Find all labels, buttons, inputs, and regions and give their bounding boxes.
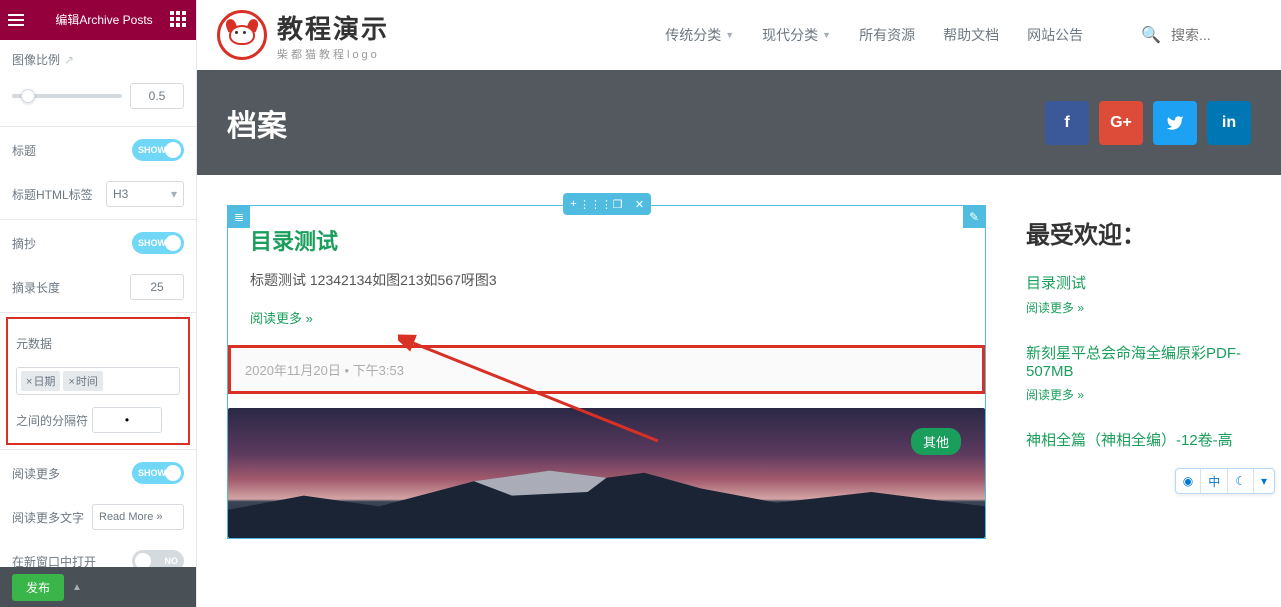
publish-button[interactable]: 发布 — [12, 574, 64, 601]
sidebar-body: 图像比例 ↗ 标题 SHOW 标题HTML标签 H3 摘抄 SHOW 摘录长度 — [0, 40, 196, 567]
widget-handle-list-icon[interactable]: ≣ — [228, 206, 250, 228]
popular-link-2[interactable]: 神相全篇（神相全编）-12卷-高 — [1026, 429, 1251, 450]
section-toolbar: + ⋮⋮⋮ ❐ ✕ — [563, 193, 651, 215]
image-ratio-input[interactable] — [130, 83, 184, 109]
ime-caret-icon[interactable]: ▾ — [1254, 469, 1274, 493]
apps-icon[interactable] — [170, 11, 188, 29]
read-more-link[interactable]: 阅读更多 » — [250, 308, 963, 327]
ime-widget: ◉ 中 ☾ ▾ — [1175, 468, 1275, 494]
meta-label: 元数据 — [16, 335, 52, 352]
site-header: 教程演示 柴都猫教程logo 传统分类▼ 现代分类▼ 所有资源 帮助文档 网站公… — [197, 0, 1281, 70]
logo-sub-text: 柴都猫教程logo — [277, 46, 389, 62]
post-title[interactable]: 目录测试 — [250, 224, 963, 256]
chevron-down-icon: ▼ — [725, 30, 734, 40]
separator-input[interactable] — [92, 407, 162, 433]
post-badge[interactable]: 其他 — [911, 428, 961, 455]
main-nav: 传统分类▼ 现代分类▼ 所有资源 帮助文档 网站公告 🔍 — [665, 25, 1261, 45]
external-icon: ↗ — [64, 53, 74, 67]
sidebar-footer: 发布 ▲ — [0, 567, 196, 607]
popular-more-1[interactable]: 阅读更多 » — [1026, 386, 1251, 403]
meta-tag-time[interactable]: 时间 — [63, 371, 102, 391]
readmore-text-label: 阅读更多文字 — [12, 509, 84, 526]
publish-caret-icon[interactable]: ▲ — [72, 582, 82, 593]
nav-announce[interactable]: 网站公告 — [1027, 25, 1083, 45]
excerpt-len-label: 摘录长度 — [12, 279, 60, 296]
facebook-button[interactable]: f — [1045, 101, 1089, 145]
sidebar-title: 编辑Archive Posts — [38, 13, 170, 27]
widget-handle-edit-icon[interactable]: ✎ — [963, 206, 985, 228]
new-window-label: 在新窗口中打开 — [12, 553, 96, 568]
elementor-sidebar: 编辑Archive Posts 图像比例 ↗ 标题 SHOW 标题HTML标签 H… — [0, 0, 197, 607]
nav-traditional[interactable]: 传统分类▼ — [665, 25, 734, 45]
nav-help[interactable]: 帮助文档 — [943, 25, 999, 45]
image-ratio-slider[interactable] — [12, 94, 122, 98]
archive-widget[interactable]: ≣ ✎ 目录测试 标题测试 12342134如图213如567呀图3 阅读更多 … — [227, 205, 986, 539]
popular-more-0[interactable]: 阅读更多 » — [1026, 299, 1251, 316]
meta-section-highlight: 元数据 日期 时间 之间的分隔符 — [6, 317, 190, 445]
readmore-label: 阅读更多 — [12, 465, 60, 482]
twitter-button[interactable] — [1153, 101, 1197, 145]
archive-banner: 档案 f G+ in — [197, 70, 1281, 175]
excerpt-toggle[interactable]: SHOW — [132, 232, 184, 254]
ime-logo-icon[interactable]: ◉ — [1176, 469, 1201, 493]
duplicate-section-icon[interactable]: ❐ — [607, 193, 629, 215]
chevron-down-icon: ▼ — [822, 30, 831, 40]
post-meta-text: 2020年11月20日 • 下午3:53 — [245, 363, 404, 378]
search-icon[interactable]: 🔍 — [1141, 25, 1161, 45]
post-meta-highlight: 2020年11月20日 • 下午3:53 — [228, 345, 985, 394]
meta-tags-input[interactable]: 日期 时间 — [16, 367, 180, 395]
post-image: 其他 — [228, 408, 985, 538]
sidebar-header: 编辑Archive Posts — [0, 0, 196, 40]
close-section-icon[interactable]: ✕ — [629, 193, 651, 215]
title-tag-select[interactable]: H3 — [106, 181, 184, 207]
excerpt-label: 摘抄 — [12, 235, 36, 252]
separator-label: 之间的分隔符 — [16, 412, 88, 429]
logo-main-text: 教程演示 — [277, 9, 389, 46]
linkedin-button[interactable]: in — [1207, 101, 1251, 145]
title-toggle[interactable]: SHOW — [132, 139, 184, 161]
new-window-toggle[interactable]: NO — [132, 550, 184, 567]
drag-section-icon[interactable]: ⋮⋮⋮ — [585, 193, 607, 215]
site-logo[interactable]: 教程演示 柴都猫教程logo — [217, 9, 389, 62]
meta-tag-date[interactable]: 日期 — [21, 371, 60, 391]
popular-link-0[interactable]: 目录测试 — [1026, 272, 1251, 293]
post-excerpt: 标题测试 12342134如图213如567呀图3 — [250, 270, 963, 290]
search-input[interactable] — [1171, 27, 1261, 43]
menu-icon[interactable] — [8, 9, 30, 31]
readmore-toggle[interactable]: SHOW — [132, 462, 184, 484]
meta-tag-add[interactable] — [106, 374, 136, 388]
nav-resources[interactable]: 所有资源 — [859, 25, 915, 45]
excerpt-len-input[interactable] — [130, 274, 184, 300]
popular-title: 最受欢迎： — [1026, 215, 1251, 250]
popular-link-1[interactable]: 新刻星平总会命海全编原彩PDF-507MB — [1026, 342, 1251, 380]
nav-modern[interactable]: 现代分类▼ — [762, 25, 831, 45]
readmore-text-input[interactable] — [92, 504, 184, 530]
title-label: 标题 — [12, 142, 36, 159]
ime-moon-icon[interactable]: ☾ — [1228, 469, 1254, 493]
image-ratio-label: 图像比例 — [12, 53, 60, 67]
title-tag-label: 标题HTML标签 — [12, 186, 93, 203]
ime-lang[interactable]: 中 — [1201, 469, 1228, 493]
banner-title: 档案 — [227, 101, 1045, 145]
preview-area: 教程演示 柴都猫教程logo 传统分类▼ 现代分类▼ 所有资源 帮助文档 网站公… — [197, 0, 1281, 607]
googleplus-button[interactable]: G+ — [1099, 101, 1143, 145]
